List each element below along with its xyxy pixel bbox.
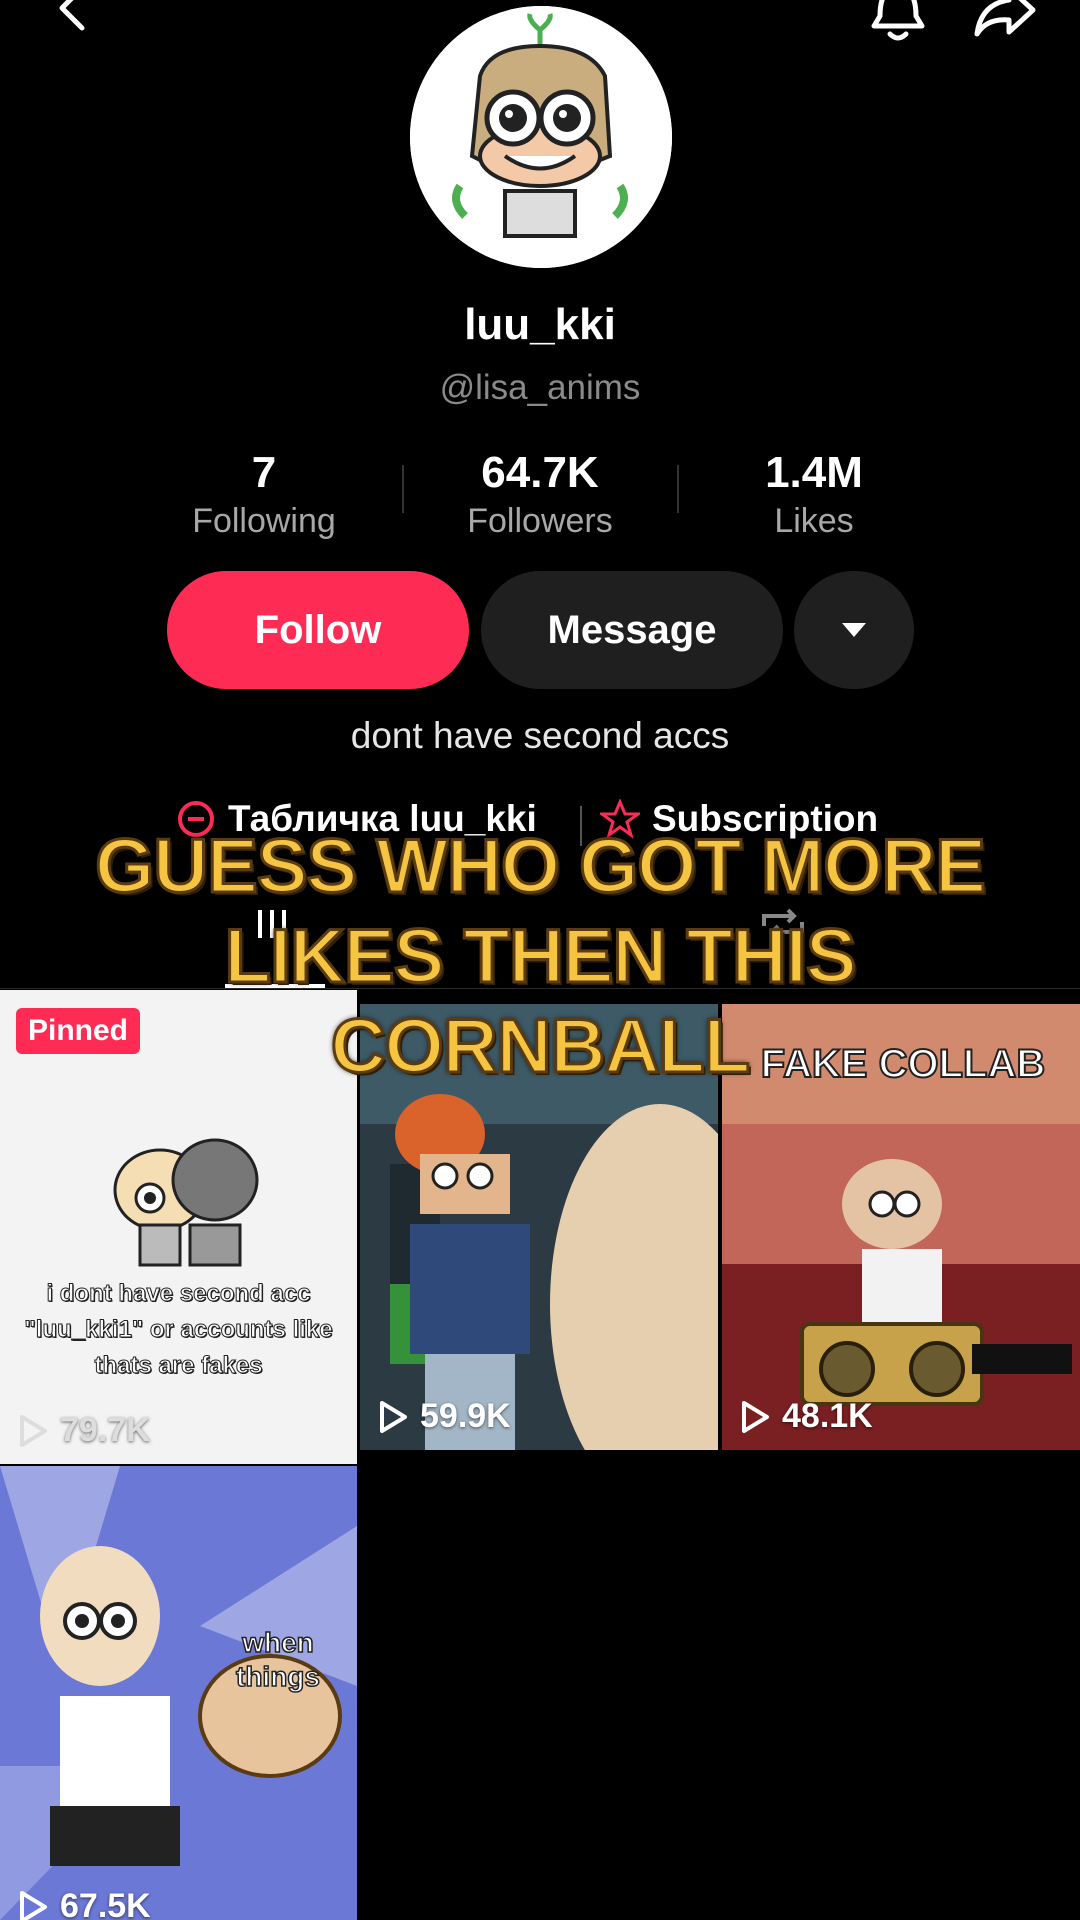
bell-icon[interactable] [866,0,930,46]
view-count: 79.7K [18,1411,151,1450]
following-stat[interactable]: 7 Following [154,448,374,541]
back-icon[interactable] [40,0,104,40]
play-icon [380,1400,407,1433]
overlay-caption: GUESS WHO GOT MORE LIKES THEN THIS CORNB… [94,823,988,1091]
likes-count: 1.4M [765,448,863,497]
play-icon [20,1890,47,1920]
view-count: 67.5K [18,1887,151,1920]
view-count-label: 67.5K [60,1887,151,1920]
bio: dont have second accs [350,715,730,756]
stat-divider [677,465,679,513]
view-count: 48.1K [740,1397,873,1436]
caret-down-icon [842,623,866,637]
likes-label: Likes [774,502,854,540]
more-options-button[interactable] [794,571,914,689]
following-label: Following [192,502,336,540]
display-name: luu_kki [464,300,616,349]
username: @lisa_anims [439,368,641,407]
video-caption: when things [235,1626,321,1693]
followers-count: 64.7K [481,448,599,497]
view-count-label: 59.9K [420,1397,511,1435]
followers-stat[interactable]: 64.7K Followers [430,448,650,541]
avatar[interactable] [410,6,672,268]
video-tile-4[interactable]: when things 67.5K [0,1466,357,1920]
likes-stat[interactable]: 1.4M Likes [704,448,924,541]
followers-label: Followers [467,502,613,540]
view-count-label: 48.1K [782,1397,873,1435]
video-caption: i dont have second acc "luu_kki1" or acc… [24,1280,333,1380]
message-button[interactable]: Message [481,571,783,689]
view-count: 59.9K [378,1397,511,1436]
play-icon [742,1400,769,1433]
stat-divider [402,465,404,513]
view-count-label: 79.7K [60,1411,151,1449]
following-count: 7 [251,448,277,497]
play-icon [20,1414,47,1447]
follow-button[interactable]: Follow [167,571,469,689]
share-icon[interactable] [968,0,1040,46]
